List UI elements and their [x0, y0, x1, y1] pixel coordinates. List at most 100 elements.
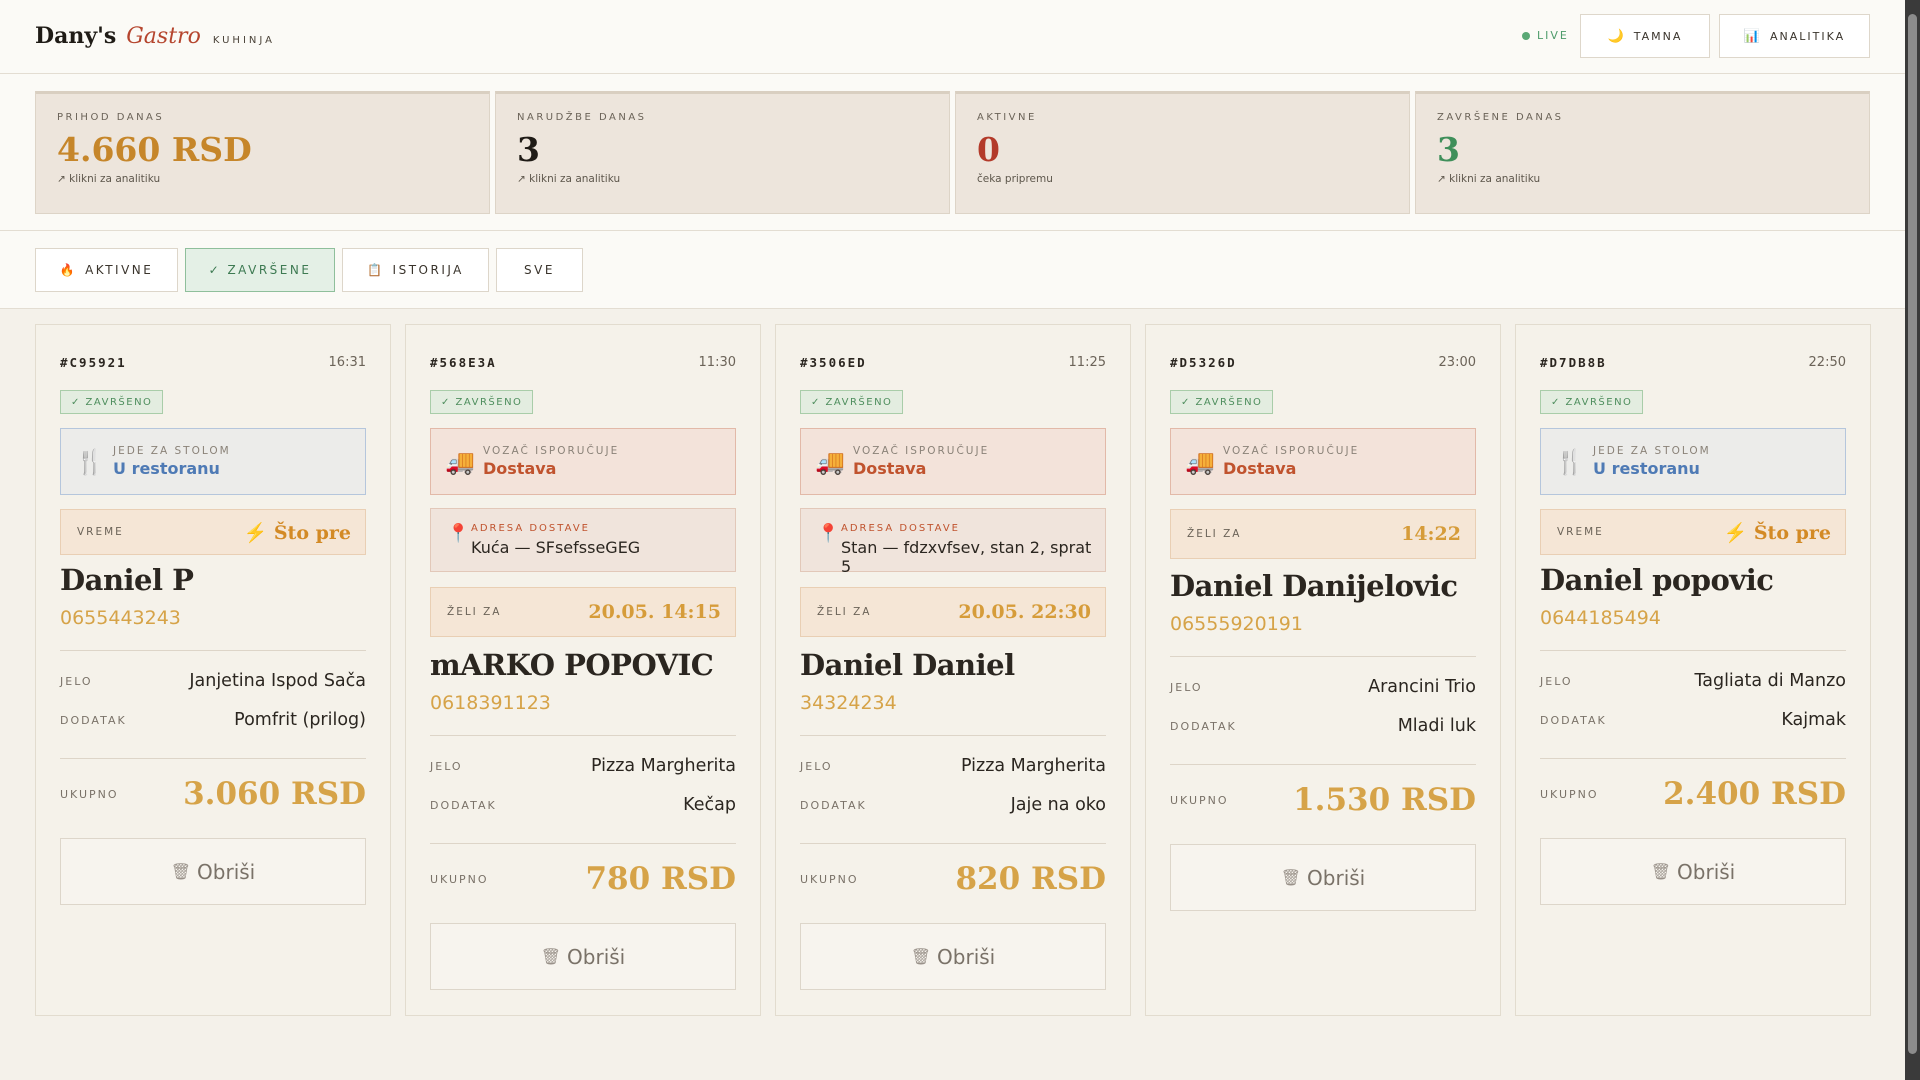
divider — [1170, 764, 1476, 765]
wanted-label: ŽELI ZA — [1187, 528, 1242, 540]
address-box: 📍 ADRESA DOSTAVE Kuća — SFsefsseGEG — [430, 508, 736, 572]
type-label: VOZAČ ISPORUČUJE — [483, 445, 620, 457]
time-box: VREME ⚡ Što pre — [60, 509, 366, 555]
analytics-label: ANALITIKA — [1770, 29, 1846, 43]
brand-accent: Gastro — [126, 24, 201, 49]
extra-row: DODATAK Jaje na oko — [800, 795, 1106, 815]
bolt-icon: ⚡ — [1723, 521, 1748, 544]
order-time: 11:30 — [698, 355, 736, 370]
filter-all[interactable]: SVE — [496, 248, 583, 292]
asap-label: Što pre — [1753, 521, 1831, 544]
filter-history[interactable]: 📋 ISTORIJA — [342, 248, 489, 292]
status-badge: ✓ ZAVRŠENO — [60, 390, 164, 414]
customer-phone[interactable]: 0655443243 — [60, 607, 181, 629]
pin-icon: 📍 — [817, 523, 840, 544]
live-dot-icon — [1522, 31, 1530, 40]
stat-orders[interactable]: NARUDŽBE DANAS 3 ↗ klikni za analitiku — [495, 91, 950, 214]
food-value: Pizza Margherita — [960, 756, 1106, 776]
delivery-box: 🚚 VOZAČ ISPORUČUJE Dostava — [1170, 428, 1476, 495]
divider — [1540, 758, 1846, 759]
extra-label: DODATAK — [1540, 713, 1607, 727]
order-time: 23:00 — [1438, 355, 1476, 370]
analytics-button[interactable]: 📊 ANALITIKA — [1719, 14, 1870, 58]
brand-logo[interactable]: Dany's Gastro KUHINJA — [35, 23, 275, 49]
total-row: UKUPNO 820 RSD — [800, 861, 1106, 897]
stat-active: AKTIVNE 0 čeka pripremu — [955, 91, 1410, 214]
type-label: VOZAČ ISPORUČUJE — [1223, 445, 1360, 457]
order-id: #D5326D — [1170, 355, 1237, 370]
delete-button[interactable]: 🗑 Obriši — [430, 923, 736, 990]
page-scrollbar[interactable] — [1905, 0, 1920, 1080]
extra-row: DODATAK Mladi luk — [1170, 716, 1476, 736]
filter-active-label: AKTIVNE — [85, 263, 154, 277]
delete-button[interactable]: 🗑 Obriši — [800, 923, 1106, 990]
filter-all-label: SVE — [524, 263, 555, 277]
filter-done-label: ✓ ZAVRŠENE — [208, 263, 312, 277]
delete-button[interactable]: 🗑 Obriši — [1540, 838, 1846, 905]
order-id: #3506ED — [800, 355, 867, 370]
delete-button[interactable]: 🗑 Obriši — [60, 838, 366, 905]
stat-sub: čeka pripremu — [977, 173, 1053, 185]
food-label: JELO — [800, 759, 833, 773]
time-label: VREME — [1557, 526, 1604, 538]
moon-icon: 🌙 — [1607, 28, 1626, 44]
extra-value: Jaje na oko — [1010, 795, 1106, 815]
total-label: UKUPNO — [1540, 787, 1599, 801]
stat-sub: ↗ klikni za analitiku — [1437, 173, 1541, 185]
customer-name: Daniel Danijelovic — [1170, 569, 1458, 603]
customer-phone[interactable]: 0618391123 — [430, 692, 551, 714]
food-value: Pizza Margherita — [590, 756, 736, 776]
divider — [1170, 656, 1476, 657]
food-label: JELO — [430, 759, 463, 773]
time-value: ⚡ Što pre — [1724, 521, 1831, 544]
food-value: Arancini Trio — [1368, 677, 1476, 697]
extra-label: DODATAK — [430, 798, 497, 812]
total-value: 820 RSD — [955, 861, 1106, 897]
dark-mode-button[interactable]: 🌙 TAMNA — [1580, 14, 1710, 58]
scrollbar-thumb[interactable] — [1908, 14, 1917, 1054]
filter-active[interactable]: 🔥 AKTIVNE — [35, 248, 178, 292]
food-value: Tagliata di Manzo — [1694, 671, 1846, 691]
order-id: #D7DB8B — [1540, 355, 1607, 370]
type-label: VOZAČ ISPORUČUJE — [853, 445, 990, 457]
truck-icon: 🚚 — [445, 447, 475, 476]
extra-value: Kečap — [683, 795, 736, 815]
wanted-value: 20.05. 22:30 — [958, 601, 1091, 623]
food-value: Janjetina Ispod Sača — [189, 671, 366, 691]
bolt-icon: ⚡ — [243, 521, 268, 544]
divider — [430, 843, 736, 844]
delivery-box: 🚚 VOZAČ ISPORUČUJE Dostava — [430, 428, 736, 495]
dark-mode-label: TAMNA — [1633, 29, 1683, 43]
customer-phone[interactable]: 06555920191 — [1170, 613, 1303, 635]
filter-done[interactable]: ✓ ZAVRŠENE — [185, 248, 335, 292]
truck-icon: 🚚 — [1185, 447, 1215, 476]
divider — [60, 758, 366, 759]
wanted-time-box: ŽELI ZA 14:22 — [1170, 509, 1476, 559]
total-value: 780 RSD — [585, 861, 736, 897]
status-badge: ✓ ZAVRŠENO — [800, 390, 904, 414]
delete-label: Obriši — [197, 859, 256, 884]
pin-icon: 📍 — [447, 523, 470, 544]
extra-label: DODATAK — [1170, 719, 1237, 733]
stat-revenue[interactable]: PRIHOD DANAS 4.660 RSD ↗ klikni za anali… — [35, 91, 490, 214]
customer-phone[interactable]: 0644185494 — [1540, 607, 1661, 629]
stat-label: AKTIVNE — [977, 112, 1037, 123]
chart-icon: 📊 — [1743, 28, 1762, 44]
stat-label: ZAVRŠENE DANAS — [1437, 112, 1564, 123]
address-label: ADRESA DOSTAVE — [471, 523, 590, 534]
customer-name: Daniel P — [60, 563, 194, 597]
customer-phone[interactable]: 34324234 — [800, 692, 897, 714]
customer-name: mARKO POPOVIC — [430, 648, 714, 682]
type-value: Dostava — [1223, 459, 1297, 478]
time-label: VREME — [77, 526, 124, 538]
delete-label: Obriši — [1307, 865, 1366, 890]
stat-done[interactable]: ZAVRŠENE DANAS 3 ↗ klikni za analitiku — [1415, 91, 1870, 214]
brand-name: Dany's — [35, 23, 117, 49]
delete-button[interactable]: 🗑 Obriši — [1170, 844, 1476, 911]
live-indicator: LIVE — [1522, 29, 1569, 42]
order-time: 16:31 — [328, 355, 366, 370]
wanted-time-box: ŽELI ZA 20.05. 22:30 — [800, 587, 1106, 637]
status-badge: ✓ ZAVRŠENO — [1170, 390, 1274, 414]
type-value: Dostava — [483, 459, 557, 478]
trash-icon: 🗑 — [910, 947, 932, 966]
